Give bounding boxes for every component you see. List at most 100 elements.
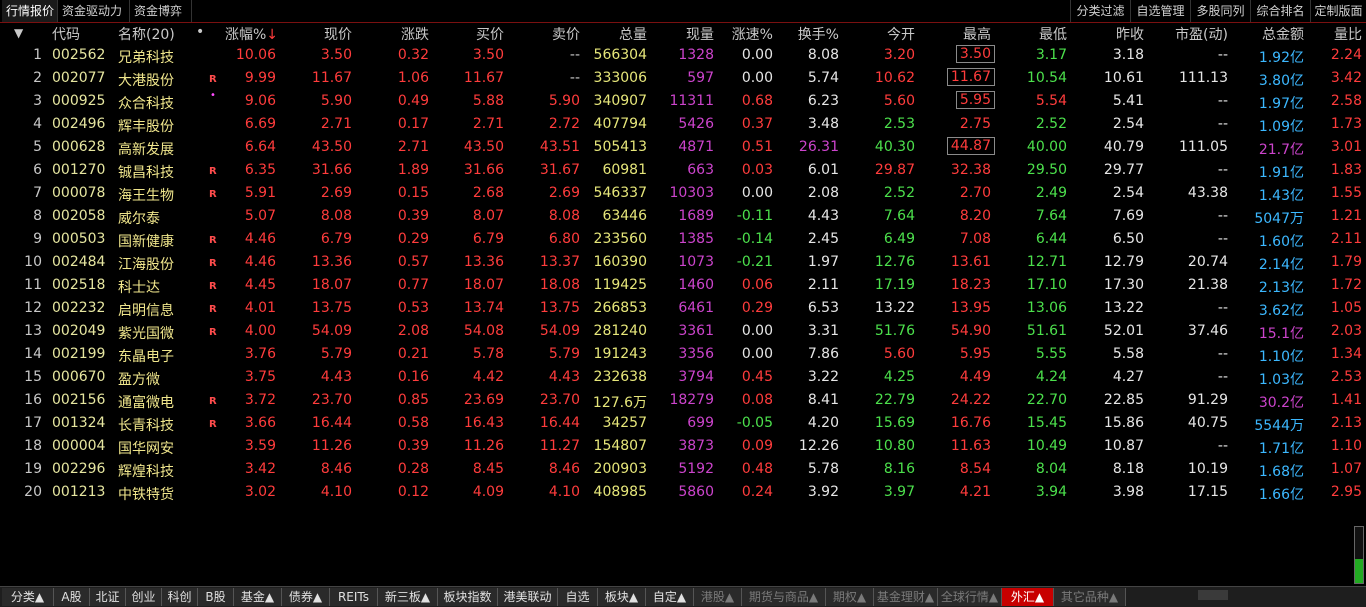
header-prev-close[interactable]: 昨收 xyxy=(1116,24,1144,44)
market-tab-19[interactable]: 全球行情▲ xyxy=(938,588,1002,606)
speed: 0.00 xyxy=(741,70,773,86)
header-ask[interactable]: 卖价 xyxy=(552,24,580,44)
header-amount[interactable]: 总金额 xyxy=(1262,24,1304,44)
right-tab-1[interactable]: 自选管理 xyxy=(1130,0,1190,22)
pe-ratio: -- xyxy=(1217,369,1228,385)
header-speed[interactable]: 涨速% xyxy=(732,24,773,44)
market-tab-4[interactable]: 科创 xyxy=(162,588,198,606)
table-row[interactable]: 14 002199 东晶电子 3.76 5.79 0.21 5.78 5.79 191243 33… xyxy=(0,343,1366,366)
table-row[interactable]: 1 002562 兄弟科技 10.06 3.50 0.32 3.50 -- 566304 1328… xyxy=(0,44,1366,67)
market-tab-16[interactable]: 期货与商品▲ xyxy=(742,588,826,606)
table-row[interactable]: 12 002232 启明信息 4.01 13.75 0.53 13.74 13.75 26685… xyxy=(0,297,1366,320)
table-row[interactable]: 6 001270 铖昌科技 6.35 31.66 1.89 31.66 31.67 60981 6… xyxy=(0,159,1366,182)
table-row[interactable]: 5 000628 高新发展 6.64 43.50 2.71 43.50 43.51 505413… xyxy=(0,136,1366,159)
volume: 34257 xyxy=(602,415,647,431)
table-row[interactable]: 15 000670 盈方微 3.75 4.43 0.16 4.42 4.43 232638 379… xyxy=(0,366,1366,389)
open-price: 12.76 xyxy=(874,254,915,270)
prev-close: 15.86 xyxy=(1103,415,1144,431)
top-tab-0[interactable]: 行情报价 xyxy=(2,0,58,22)
speed: 0.51 xyxy=(741,139,773,155)
header-bid[interactable]: 买价 xyxy=(476,24,504,44)
market-tab-11[interactable]: 港美联动 xyxy=(498,588,558,606)
volume: 407794 xyxy=(593,116,647,132)
ask-price: 16.44 xyxy=(539,415,580,431)
table-row[interactable]: 9 000503 国新健康 4.46 6.79 0.29 6.79 6.80 233560 138… xyxy=(0,228,1366,251)
right-tab-3[interactable]: 综合排名 xyxy=(1250,0,1310,22)
table-row[interactable]: 7 000078 海王生物 5.91 2.69 0.15 2.68 2.69 546337 103… xyxy=(0,182,1366,205)
header-high[interactable]: 最高 xyxy=(963,24,991,44)
change: 0.49 xyxy=(397,93,429,109)
amount: 5544万 xyxy=(1254,418,1304,434)
price: 8.46 xyxy=(320,461,352,477)
change-pct: 5.07 xyxy=(244,208,276,224)
speed: 0.29 xyxy=(741,300,773,316)
amount: 1.97亿 xyxy=(1258,96,1304,112)
open-price: 5.60 xyxy=(883,346,915,362)
market-tab-7[interactable]: 债券▲ xyxy=(282,588,330,606)
table-row[interactable]: 10 002484 江海股份 4.46 13.36 0.57 13.36 13.37 16039… xyxy=(0,251,1366,274)
stock-name: 国新健康 xyxy=(118,234,174,250)
top-tab-2[interactable]: 资金博弈 xyxy=(130,0,192,22)
table-row[interactable]: 11 002518 科士达 4.45 18.07 0.77 18.07 18.08 119425… xyxy=(0,274,1366,297)
table-row[interactable]: 20 001213 中铁特货 3.02 4.10 0.12 4.09 4.10 408985 58… xyxy=(0,481,1366,504)
market-tab-9[interactable]: 新三板▲ xyxy=(378,588,438,606)
market-tab-20[interactable]: 外汇▲ xyxy=(1002,588,1054,606)
header-volume[interactable]: 总量 xyxy=(619,24,647,44)
header-change[interactable]: 涨跌 xyxy=(401,24,429,44)
header-turnover[interactable]: 换手% xyxy=(798,24,839,44)
header-price[interactable]: 现价 xyxy=(324,24,352,44)
high-price: 5.95 xyxy=(959,346,991,362)
market-tab-21[interactable]: 其它品种▲ xyxy=(1054,588,1126,606)
change: 0.53 xyxy=(397,300,429,316)
low-price: 5.54 xyxy=(1035,93,1067,109)
ask-price: -- xyxy=(569,47,580,63)
market-tab-17[interactable]: 期权▲ xyxy=(826,588,874,606)
margin-flag-icon: R xyxy=(209,304,217,315)
market-tab-3[interactable]: 创业 xyxy=(126,588,162,606)
market-tab-5[interactable]: B股 xyxy=(198,588,234,606)
table-row[interactable]: 17 001324 长青科技 3.66 16.44 0.58 16.43 16.44 34257… xyxy=(0,412,1366,435)
right-tab-2[interactable]: 多股同列 xyxy=(1190,0,1250,22)
table-row[interactable]: 8 002058 威尔泰 5.07 8.08 0.39 8.07 8.08 63446 1689 -… xyxy=(0,205,1366,228)
market-tab-6[interactable]: 基金▲ xyxy=(234,588,282,606)
header-pe[interactable]: 市盈(动) xyxy=(1175,24,1228,44)
amount: 1.10亿 xyxy=(1258,349,1304,365)
horizontal-scrollbar[interactable] xyxy=(1198,590,1228,600)
table-row[interactable]: 2 002077 大港股份 9.99 11.67 1.06 11.67 -- 333006 597… xyxy=(0,67,1366,90)
table-row[interactable]: 3 000925 众合科技 9.06 5.90 0.49 5.88 5.90 340907 113… xyxy=(0,90,1366,113)
bid-price: 8.07 xyxy=(472,208,504,224)
table-row[interactable]: 18 000004 国华网安 3.59 11.26 0.39 11.26 11.27 15480… xyxy=(0,435,1366,458)
market-tab-2[interactable]: 北证 xyxy=(90,588,126,606)
change: 0.57 xyxy=(397,254,429,270)
market-tab-1[interactable]: A股 xyxy=(54,588,90,606)
right-tab-0[interactable]: 分类过滤 xyxy=(1070,0,1130,22)
pe-ratio: 40.75 xyxy=(1187,415,1228,431)
market-tab-13[interactable]: 板块▲ xyxy=(598,588,646,606)
table-row[interactable]: 4 002496 辉丰股份 6.69 2.71 0.17 2.71 2.72 407794 542… xyxy=(0,113,1366,136)
market-tab-8[interactable]: REITs xyxy=(330,588,378,606)
market-tab-18[interactable]: 基金理财▲ xyxy=(874,588,938,606)
prev-close: 7.69 xyxy=(1112,208,1144,224)
market-tab-14[interactable]: 自定▲ xyxy=(646,588,694,606)
market-tab-15[interactable]: 港股▲ xyxy=(694,588,742,606)
market-tab-10[interactable]: 板块指数 xyxy=(438,588,498,606)
price: 16.44 xyxy=(311,415,352,431)
speed: 0.24 xyxy=(741,484,773,500)
header-code[interactable]: 代码 xyxy=(52,24,80,44)
top-tab-1[interactable]: 资金驱动力 xyxy=(58,0,130,22)
header-open[interactable]: 今开 xyxy=(887,24,915,44)
table-row[interactable]: 13 002049 紫光国微 4.00 54.09 2.08 54.08 54.09 28124… xyxy=(0,320,1366,343)
right-tab-4[interactable]: 定制版面 xyxy=(1310,0,1366,22)
header-low[interactable]: 最低 xyxy=(1039,24,1067,44)
header-name[interactable]: 名称(20) xyxy=(118,24,175,44)
table-row[interactable]: 19 002296 辉煌科技 3.42 8.46 0.28 8.45 8.46 200903 51… xyxy=(0,458,1366,481)
market-tab-12[interactable]: 自选 xyxy=(558,588,598,606)
table-row[interactable]: 16 002156 通富微电 3.72 23.70 0.85 23.69 23.70 127.6… xyxy=(0,389,1366,412)
ask-price: 6.80 xyxy=(548,231,580,247)
price: 5.90 xyxy=(320,93,352,109)
header-ratio[interactable]: 量比 xyxy=(1334,24,1362,44)
market-tab-0[interactable]: 分类▲ xyxy=(2,588,54,606)
header-change-pct[interactable]: 涨幅%↓ xyxy=(225,24,278,44)
header-cur-vol[interactable]: 现量 xyxy=(686,24,714,44)
sort-arrow[interactable]: ▼ xyxy=(14,26,23,40)
